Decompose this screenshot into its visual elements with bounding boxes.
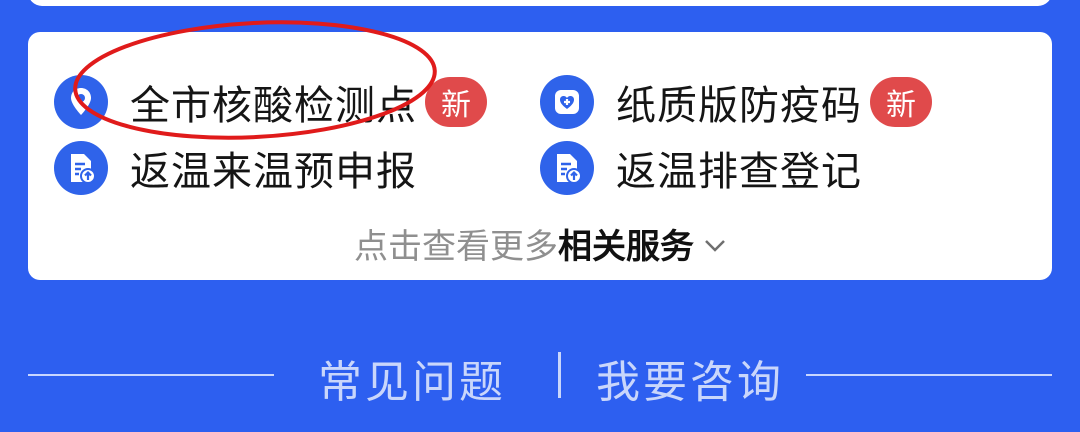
health-code-icon [540,75,594,129]
top-card-edge [28,0,1052,6]
more-strong: 相关服务 [558,226,694,267]
divider-left [28,374,274,376]
chevron-down-icon [705,240,725,252]
document-upload-icon [540,141,594,195]
location-pin-icon [54,75,108,129]
consult-link[interactable]: 我要咨询 [596,346,784,410]
new-badge: 新 [870,77,932,127]
more-services-link[interactable]: 点击查看更多 相关服务 [28,218,1052,268]
new-badge: 新 [425,77,487,127]
service-label: 全市核酸检测点 [130,83,417,129]
service-label: 纸质版防疫码 [616,83,862,129]
separator [558,352,561,398]
service-paper-health-code[interactable]: 纸质版防疫码 新 [540,74,932,130]
service-label: 返温来温预申报 [130,149,417,195]
document-upload-icon [54,141,108,195]
service-return-pre-declaration[interactable]: 返温来温预申报 [54,140,417,196]
service-nucleic-acid-test-sites[interactable]: 全市核酸检测点 新 [54,74,487,130]
faq-link[interactable]: 常见问题 [318,346,506,410]
more-prefix: 点击查看更多 [354,226,558,267]
divider-right [806,374,1052,376]
service-return-check-registration[interactable]: 返温排查登记 [540,140,862,196]
service-label: 返温排查登记 [616,149,862,195]
services-card: 全市核酸检测点 新 纸质版防疫码 新 返温来温预申报 返温排查登记 点击查看更多… [28,32,1052,280]
faq-bar: 常见问题 我要咨询 [0,340,1080,410]
